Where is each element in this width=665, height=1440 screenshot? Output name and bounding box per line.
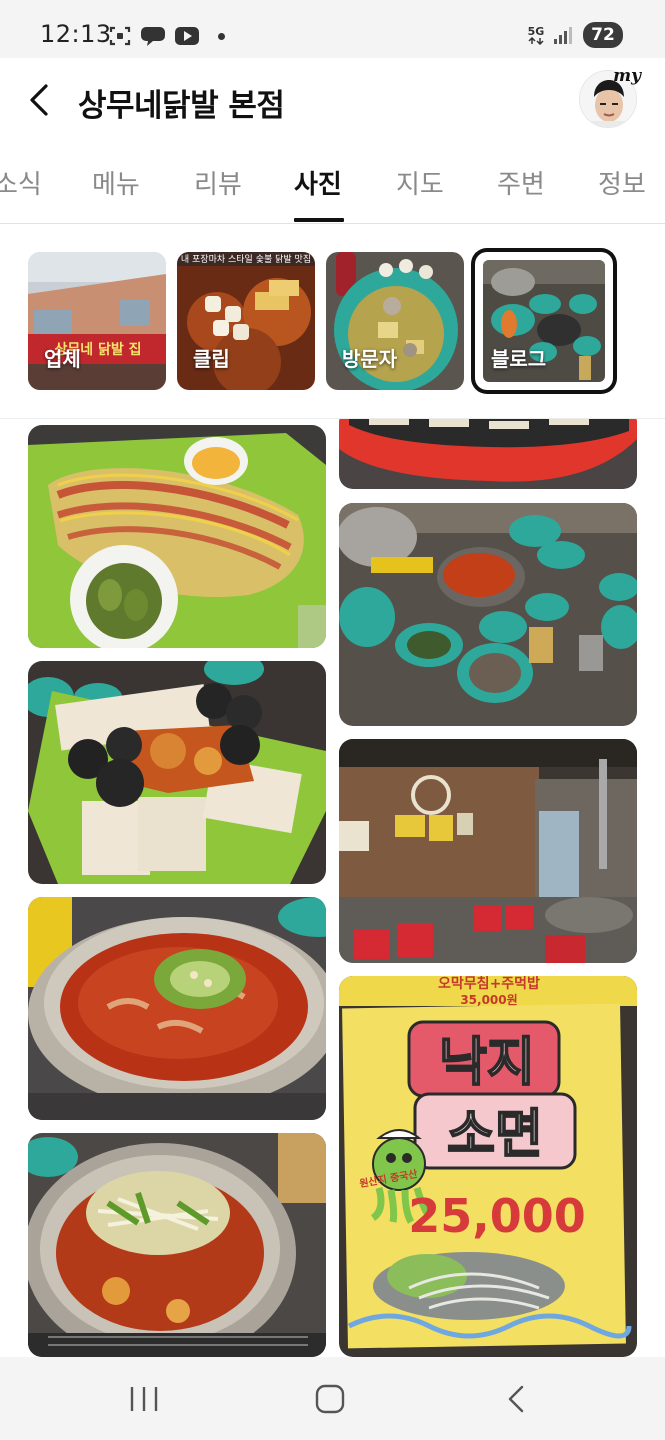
menu-sign-image: 오막무침+주먹밥 35,000원 낙지 소면 원산지 중국산 25,000 — [339, 976, 637, 1357]
screenshot-icon — [109, 26, 131, 46]
recent-apps-icon[interactable] — [124, 1383, 164, 1415]
photo-category-filter: 상무네 닭발 집 업체 내 포장마차 스타일 숯불 닭발 맛집 클립 방문자 블… — [0, 224, 665, 419]
tab-map[interactable]: 지도 — [396, 164, 444, 201]
data-arrows-icon — [528, 36, 544, 45]
battery-indicator: 72 — [583, 22, 623, 48]
tab-nearby[interactable]: 주변 — [497, 164, 545, 201]
category-chip-blog[interactable]: 블로그 — [475, 252, 613, 390]
home-icon[interactable] — [310, 1383, 350, 1415]
notification-icons — [108, 22, 225, 50]
tab-news[interactable]: 소식 — [0, 164, 42, 201]
page-title: 상무네닭발 본점 — [78, 88, 285, 124]
spicy-stew-photo[interactable] — [28, 897, 326, 1120]
app-screen: 12:13 5G 72 상무네닭발 본점 my 소식 메뉴 리뷰 사진 지도 주… — [0, 0, 665, 1440]
sign-price: 25,000 — [408, 1189, 586, 1243]
chat-icon — [141, 27, 165, 46]
tab-menu[interactable]: 메뉴 — [92, 164, 140, 201]
sign-name-line2: 소면 — [447, 1105, 543, 1165]
signal-icon — [554, 27, 572, 44]
category-label: 업체 — [44, 347, 81, 371]
network-indicator: 5G — [527, 26, 545, 45]
bean-sprout-stew-photo[interactable] — [28, 1133, 326, 1357]
tab-photos[interactable]: 사진 — [294, 164, 342, 201]
back-icon[interactable] — [496, 1383, 536, 1415]
category-chip-business[interactable]: 상무네 닭발 집 업체 — [28, 252, 166, 390]
back-arrow-icon[interactable] — [22, 80, 58, 120]
category-label: 방문자 — [342, 347, 398, 371]
tofu-platter-photo[interactable] — [28, 661, 326, 884]
sign-top-banner: 오막무침+주먹밥 — [438, 976, 540, 992]
menu-sign-photo[interactable]: 오막무침+주먹밥 35,000원 낙지 소면 원산지 중국산 25,000 — [339, 976, 637, 1357]
more-notifications-dot — [218, 32, 225, 40]
category-label: 블로그 — [491, 347, 547, 371]
sign-top-price: 35,000원 — [460, 993, 517, 1007]
photo-grid: 오막무침+주먹밥 35,000원 낙지 소면 원산지 중국산 25,000 — [0, 419, 665, 1357]
tab-bar: 소식 메뉴 리뷰 사진 지도 주변 정보 — [0, 142, 665, 224]
red-tray-photo[interactable] — [339, 419, 637, 489]
my-badge: my — [613, 66, 641, 86]
active-tab-indicator — [294, 218, 344, 222]
tab-info[interactable]: 정보 — [598, 164, 646, 201]
category-chip-visitor[interactable]: 방문자 — [326, 252, 464, 390]
youtube-icon — [175, 27, 199, 45]
network-type: 5G — [527, 24, 545, 38]
system-nav-bar — [0, 1357, 665, 1440]
svg-text:내 포장마차 스타일 숯불 닭발 맛집: 내 포장마차 스타일 숯불 닭발 맛집 — [181, 253, 311, 265]
system-icons: 5G 72 — [527, 22, 623, 48]
status-time: 12:13 — [40, 20, 112, 48]
app-header: 상무네닭발 본점 my — [0, 58, 665, 142]
tab-reviews[interactable]: 리뷰 — [194, 164, 242, 201]
restaurant-interior-photo[interactable] — [339, 739, 637, 963]
omelette-photo[interactable] — [28, 425, 326, 648]
category-chip-clip[interactable]: 내 포장마차 스타일 숯불 닭발 맛집 클립 — [177, 252, 315, 390]
category-label: 클립 — [193, 347, 230, 371]
table-spread-photo[interactable] — [339, 503, 637, 726]
sign-name-line1: 낙지 — [439, 1033, 535, 1093]
status-bar: 12:13 5G 72 — [0, 0, 665, 58]
